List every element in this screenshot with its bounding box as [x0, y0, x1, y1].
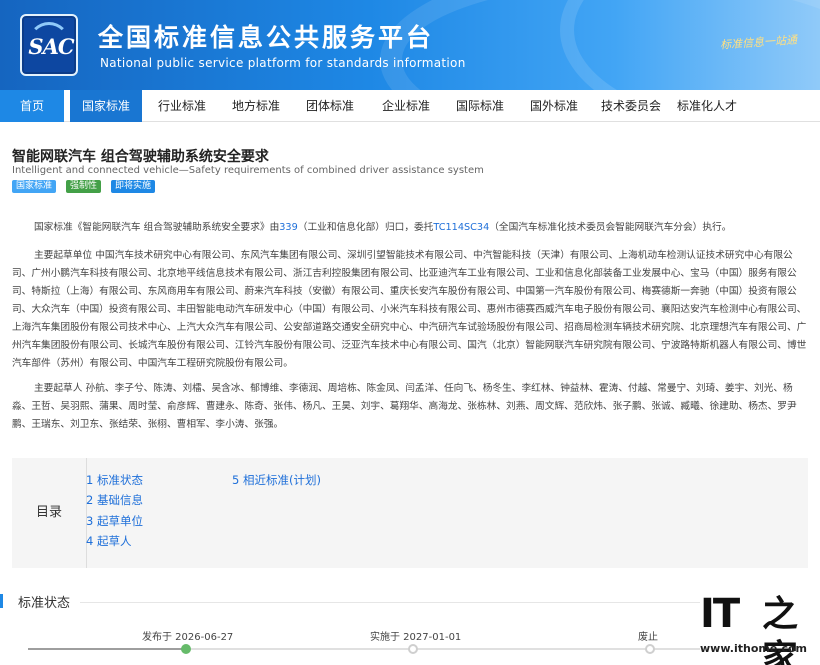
toc-item-status[interactable]: 1 标准状态 [86, 472, 143, 488]
section-marker [0, 594, 3, 608]
nav-international-standards[interactable]: 国际标准 [444, 90, 516, 122]
toc-item-similar-standards[interactable]: 5 相近标准(计划) [232, 472, 321, 488]
drafters-paragraph: 主要起草人 孙航、李子兮、陈涛、刘檑、吴含冰、郁博维、李德润、周培栋、陈金凤、闫… [12, 383, 797, 430]
toc-label: 目录 [12, 458, 87, 568]
ithome-logo-it: IT [700, 591, 740, 637]
committee-link[interactable]: TC114SC34 [433, 222, 489, 233]
abolished-label: 废止 [638, 632, 658, 643]
ithome-url: www.ithome.com [700, 642, 808, 655]
site-subtitle: National public service platform for sta… [100, 56, 466, 70]
nav-home[interactable]: 首页 [0, 90, 64, 122]
sac-logo[interactable]: SAC [20, 14, 78, 76]
table-of-contents: 目录 1 标准状态 2 基础信息 3 起草单位 4 起草人 5 相近标准(计划) [12, 458, 808, 568]
nav-national-standards[interactable]: 国家标准 [70, 90, 142, 122]
effective-date: 实施于 2027-01-01 [370, 632, 462, 643]
nav-group-standards[interactable]: 团体标准 [294, 90, 366, 122]
logo-text: SAC [28, 34, 74, 59]
intro-text: （工业和信息化部）归口，委托 [297, 222, 434, 233]
standard-title-en: Intelligent and connected vehicle—Safety… [12, 165, 484, 176]
published-date: 发布于 2026-06-27 [142, 632, 234, 643]
main-nav: 首页 国家标准 行业标准 地方标准 团体标准 企业标准 国际标准 国外标准 技术… [0, 90, 820, 122]
site-title: 全国标准信息公共服务平台 [98, 23, 435, 52]
nav-technical-committees[interactable]: 技术委员会 [594, 90, 668, 122]
site-header: SAC 全国标准信息公共服务平台 National public service… [0, 0, 820, 90]
toc-item-drafters[interactable]: 4 起草人 [86, 533, 131, 549]
intro-text: 国家标准《智能网联汽车 组合驾驶辅助系统安全要求》由 [34, 222, 280, 233]
abolished-dot [645, 644, 655, 654]
nav-local-standards[interactable]: 地方标准 [220, 90, 292, 122]
intro-paragraph: 国家标准《智能网联汽车 组合驾驶辅助系统安全要求》由339（工业和信息化部）归口… [12, 219, 808, 237]
section-divider [80, 602, 700, 603]
drafting-units-paragraph: 主要起草单位 中国汽车技术研究中心有限公司、东风汽车集团有限公司、深圳引望智能技… [12, 250, 807, 369]
status-section-title: 标准状态 [18, 596, 71, 611]
nav-foreign-standards[interactable]: 国外标准 [518, 90, 590, 122]
tag-upcoming: 即将实施 [111, 180, 156, 193]
effective-dot [408, 644, 418, 654]
ministry-link[interactable]: 339 [279, 222, 298, 233]
tag-national-standard: 国家标准 [12, 180, 57, 193]
nav-enterprise-standards[interactable]: 企业标准 [370, 90, 442, 122]
toc-item-drafting-units[interactable]: 3 起草单位 [86, 513, 143, 529]
standard-title: 智能网联汽车 组合驾驶辅助系统安全要求 [12, 149, 269, 165]
tag-mandatory: 强制性 [66, 180, 102, 193]
intro-text: （全国汽车标准化技术委员会智能网联汽车分会）执行。 [489, 222, 732, 233]
nav-standardization-talent[interactable]: 标准化人才 [670, 90, 744, 122]
status-timeline-progress [28, 648, 186, 650]
nav-industry-standards[interactable]: 行业标准 [146, 90, 218, 122]
ithome-logo: IT 之家 [700, 591, 810, 665]
toc-item-basic-info[interactable]: 2 基础信息 [86, 492, 143, 508]
published-dot [181, 644, 191, 654]
